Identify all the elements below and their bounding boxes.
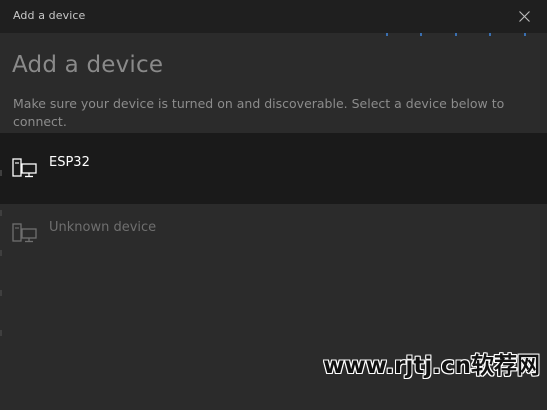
computer-monitor-icon [12, 223, 38, 247]
watermark-text: www.rjtj.cn软荐网 [323, 353, 540, 379]
background-window-edge [0, 33, 547, 37]
background-window-edge [0, 150, 2, 350]
device-label: ESP32 [49, 155, 90, 170]
window-title: Add a device [13, 9, 86, 22]
add-device-dialog: Add a device Add a device Make sure your… [0, 0, 547, 410]
device-item-esp32[interactable]: ESP32 [0, 133, 547, 204]
instructions-text: Make sure your device is turned on and d… [13, 96, 505, 129]
device-label: Unknown device [49, 220, 157, 235]
computer-monitor-icon [12, 158, 38, 182]
page-title: Add a device [12, 52, 164, 78]
device-item-unknown[interactable]: Unknown device [0, 204, 547, 275]
title-bar: Add a device [0, 0, 547, 33]
close-button[interactable] [501, 0, 547, 33]
device-list: ESP32 Unknown device [0, 133, 547, 275]
close-icon [519, 11, 530, 22]
